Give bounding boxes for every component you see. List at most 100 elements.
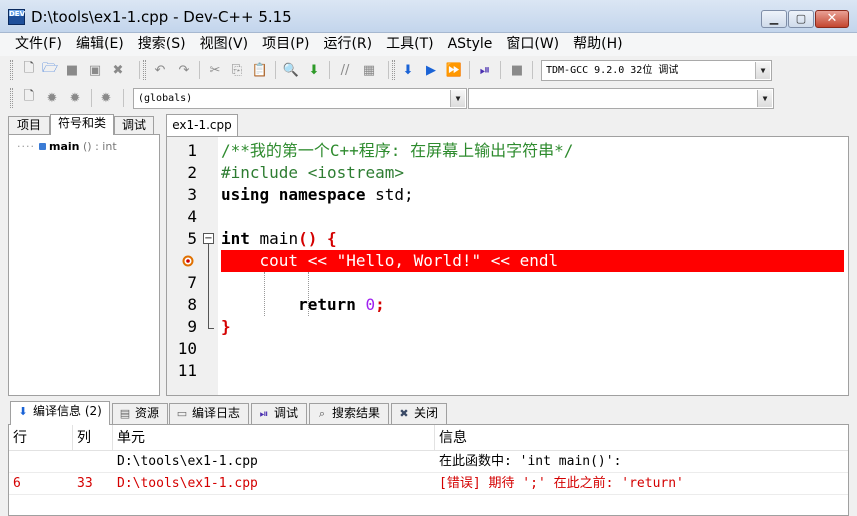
code-editor[interactable]: 1 2 3 4 5 7 8 9 10 11 − /**我的第一个C++程序: 在… <box>166 136 849 396</box>
paste-icon[interactable]: 📋 <box>251 61 269 79</box>
tab-project[interactable]: 项目 <box>8 116 50 134</box>
menu-search[interactable]: 搜索(S) <box>131 33 193 56</box>
compiler-select-value: TDM-GCC 9.2.0 32位 调试 <box>546 65 679 76</box>
debug-icon: ⏯ <box>259 407 269 420</box>
code-line-9: } <box>221 317 231 336</box>
code-line-8: return 0; <box>298 295 385 314</box>
search-result-icon: ⌕ <box>318 407 326 420</box>
compile-icon[interactable]: ⬇ <box>399 61 417 79</box>
compiler-select[interactable]: TDM-GCC 9.2.0 32位 调试 ▼ <box>541 60 772 81</box>
new-file-icon[interactable]: 🗋 <box>20 61 38 79</box>
goto-icon[interactable]: ⬇ <box>305 61 323 79</box>
line-number: 7 <box>187 273 197 292</box>
error-marker-icon <box>182 255 194 267</box>
tab-debug[interactable]: 调试 <box>114 116 154 134</box>
find-icon[interactable]: 🔍 <box>282 61 300 79</box>
code-line-2: #include <iostream> <box>221 163 405 182</box>
compile-messages-panel: 行 列 单元 信息 D:\tools\ex1-1.cpp 在此函数中: 'int… <box>8 424 849 516</box>
scope-select[interactable]: (globals) ▼ <box>133 88 467 109</box>
gear-icon-3[interactable]: ✹ <box>97 89 115 107</box>
menu-window[interactable]: 窗口(W) <box>499 33 566 56</box>
toolbar-grip[interactable] <box>10 60 13 80</box>
tab-debug-output[interactable]: ⏯ 调试 <box>251 403 307 424</box>
tab-compile-info[interactable]: ⬇ 编译信息 (2) <box>10 401 110 425</box>
save-icon[interactable]: ■ <box>63 61 81 79</box>
line-number: 8 <box>187 295 197 314</box>
tab-resources[interactable]: ▤ 资源 <box>112 403 168 424</box>
minimize-button[interactable]: ▁ <box>761 10 787 28</box>
maximize-button[interactable]: ▢ <box>788 10 814 28</box>
menu-view[interactable]: 视图(V) <box>193 33 256 56</box>
tree-item-main[interactable]: ···· main () : int <box>17 140 117 153</box>
tab-search-results[interactable]: ⌕ 搜索结果 <box>309 403 389 424</box>
code-line-1: /**我的第一个C++程序: 在屏幕上输出字符串*/ <box>221 141 574 160</box>
main-toolbar: 🗋 🗁 ■ ▣ ✖ ↶ ↷ ✂ ⎘ 📋 🔍 ⬇ // ▦ ⬇ ▶ ⏩ ⏯ ■ T… <box>0 56 857 84</box>
undo-icon[interactable]: ↶ <box>151 61 169 79</box>
compile-run-icon[interactable]: ⏩ <box>445 61 463 79</box>
format-icon[interactable]: ▦ <box>360 61 378 79</box>
tab-close-panel[interactable]: ✖ 关闭 <box>391 403 447 424</box>
column-header-line[interactable]: 行 <box>9 425 73 451</box>
tab-ex1-1-cpp[interactable]: ex1-1.cpp <box>166 114 238 136</box>
editor-tabs: ex1-1.cpp <box>166 114 849 136</box>
menu-file[interactable]: 文件(F) <box>8 33 69 56</box>
gear-icon-2[interactable]: ✹ <box>66 89 84 107</box>
devcpp-app-icon[interactable]: DEV <box>8 9 25 25</box>
chevron-down-icon[interactable]: ▼ <box>757 90 772 107</box>
toolbar-grip[interactable] <box>10 88 13 108</box>
menu-bar: 文件(F) 编辑(E) 搜索(S) 视图(V) 项目(P) 运行(R) 工具(T… <box>0 33 857 56</box>
open-file-icon[interactable]: 🗁 <box>41 61 59 79</box>
line-number: 10 <box>177 339 197 358</box>
gear-icon[interactable]: ✹ <box>43 89 61 107</box>
code-line-3: using namespace std; <box>221 185 414 204</box>
resource-icon: ▤ <box>119 407 131 420</box>
maximize-icon: ▢ <box>795 12 807 25</box>
compile-icon: ⬇ <box>18 405 28 418</box>
left-panel: 项目 符号和类 调试 ···· main () : int <box>8 114 160 396</box>
column-header-message[interactable]: 信息 <box>435 425 848 451</box>
copy-icon[interactable]: ⎘ <box>228 61 246 79</box>
chevron-down-icon[interactable]: ▼ <box>755 62 770 79</box>
window-title: D:\tools\ex1-1.cpp - Dev-C++ 5.15 <box>31 8 292 26</box>
menu-run[interactable]: 运行(R) <box>316 33 379 56</box>
chevron-down-icon[interactable]: ▼ <box>450 90 465 107</box>
menu-project[interactable]: 项目(P) <box>255 33 316 56</box>
close-panel-icon: ✖ <box>399 407 409 420</box>
code-line-6-error: cout << "Hello, World!" << endl <box>221 250 844 272</box>
comment-icon[interactable]: // <box>336 61 354 79</box>
minimize-icon: ▁ <box>769 12 779 25</box>
tab-symbols-classes[interactable]: 符号和类 <box>50 114 114 135</box>
menu-astyle[interactable]: AStyle <box>441 33 500 56</box>
new-class-icon[interactable]: 🗋 <box>20 89 38 107</box>
class-toolbar: 🗋 ✹ ✹ ✹ (globals) ▼ ▼ <box>0 84 857 112</box>
close-file-icon[interactable]: ✖ <box>109 61 127 79</box>
bottom-tabs: ⬇ 编译信息 (2) ▤ 资源 ▭ 编译日志 ⏯ 调试 ⌕ 搜索结果 ✖ 关闭 <box>8 401 849 425</box>
tab-compile-log[interactable]: ▭ 编译日志 <box>169 403 249 424</box>
run-icon[interactable]: ▶ <box>422 61 440 79</box>
table-row[interactable]: D:\tools\ex1-1.cpp 在此函数中: 'int main()': <box>9 451 848 473</box>
column-header-unit[interactable]: 单元 <box>113 425 435 451</box>
column-header-col[interactable]: 列 <box>73 425 113 451</box>
line-gutter[interactable]: 1 2 3 4 5 7 8 9 10 11 − <box>167 137 218 395</box>
save-all-icon[interactable]: ▣ <box>86 61 104 79</box>
toolbar-grip[interactable] <box>392 60 395 80</box>
close-window-button[interactable]: ✕ <box>815 10 849 28</box>
line-number: 2 <box>187 163 197 182</box>
line-number: 11 <box>177 361 197 380</box>
scope-select-value: (globals) <box>138 93 193 104</box>
stop-icon[interactable]: ■ <box>508 61 526 79</box>
redo-icon[interactable]: ↷ <box>175 61 193 79</box>
code-line-5: int main() { <box>221 229 337 248</box>
fold-collapse-icon[interactable]: − <box>203 233 214 244</box>
table-row-error[interactable]: 6 33 D:\tools\ex1-1.cpp [错误] 期待 ';' 在此之前… <box>9 473 848 495</box>
toolbar-grip[interactable] <box>143 60 146 80</box>
menu-edit[interactable]: 编辑(E) <box>69 33 131 56</box>
symbol-select[interactable]: ▼ <box>468 88 774 109</box>
debug-icon[interactable]: ⏯ <box>476 61 494 79</box>
menu-tools[interactable]: 工具(T) <box>379 33 440 56</box>
messages-header: 行 列 单元 信息 <box>9 425 848 451</box>
cut-icon[interactable]: ✂ <box>206 61 224 79</box>
title-bar: DEV D:\tools\ex1-1.cpp - Dev-C++ 5.15 ▁ … <box>0 0 857 33</box>
menu-help[interactable]: 帮助(H) <box>566 33 629 56</box>
line-number: 5 <box>187 229 197 248</box>
